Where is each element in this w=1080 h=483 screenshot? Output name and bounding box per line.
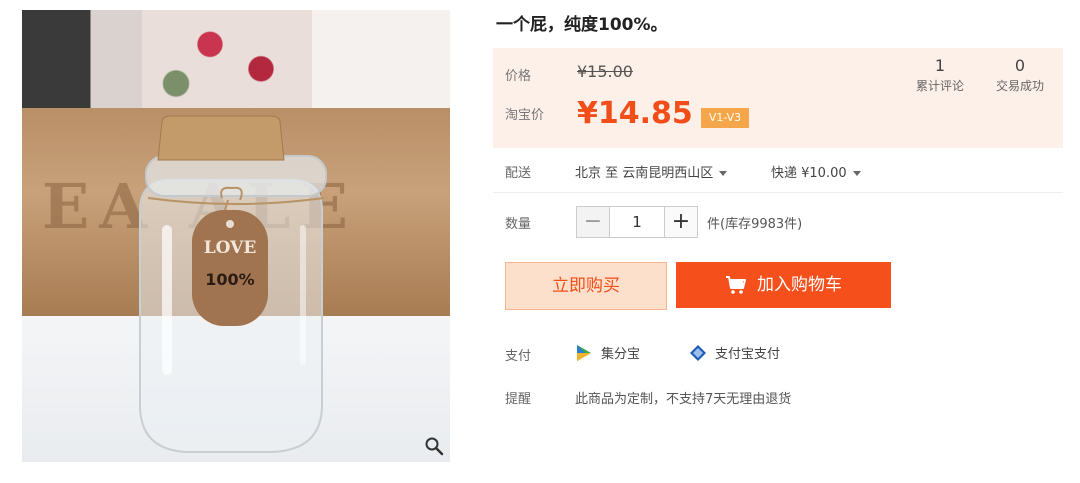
add-to-cart-label: 加入购物车 [757,275,842,295]
payment-option-jifenbao[interactable]: 集分宝 [575,343,640,362]
price-panel: 价格 ¥15.00 淘宝价 ¥14.85 V1-V3 1 累计评论 0 交易成功 [493,48,1063,148]
original-price: ¥15.00 [577,62,633,81]
chevron-down-icon [719,171,728,176]
glass-jar-illustration: LOVE 100% [139,115,327,453]
vip-badge: V1-V3 [701,108,749,128]
divider [493,192,1063,193]
cart-icon [726,276,746,294]
add-to-cart-button[interactable]: 加入购物车 [676,262,891,308]
product-title: 一个屁，纯度100%。 [496,15,668,35]
notice-text: 此商品为定制，不支持7天无理由退货 [575,392,792,407]
decrement-button[interactable]: − [576,206,610,238]
stock-text: 件(库存9983件) [707,217,803,232]
buy-now-button[interactable]: 立即购买 [505,262,667,310]
alipay-label: 支付宝支付 [715,347,781,362]
increment-button[interactable]: + [664,206,698,238]
stat-transactions-count: 0 [1014,56,1026,75]
quantity-label: 数量 [505,217,532,232]
shipping-method: 快递 ¥10.00 [771,166,847,181]
tag-text-love: LOVE [204,238,257,258]
taobao-price-label: 淘宝价 [505,108,545,123]
payment-label: 支付 [505,349,532,364]
payment-option-alipay[interactable]: 支付宝支付 [689,343,780,362]
zoom-icon[interactable] [424,436,444,456]
current-price: ¥14.85 [577,96,693,131]
jifenbao-label: 集分宝 [601,347,641,362]
shipping-label: 配送 [505,166,532,181]
stat-reviews[interactable]: 1 累计评论 [900,56,980,94]
quantity-input[interactable]: 1 [610,206,664,238]
stat-transactions-caption: 交易成功 [995,79,1044,93]
product-image[interactable]: EA ALE LOVE 100% [22,10,450,462]
stat-transactions[interactable]: 0 交易成功 [980,56,1060,94]
original-price-label: 价格 [505,69,532,84]
chevron-down-icon [852,171,861,176]
notice-label: 提醒 [505,392,532,407]
shipping-method-dropdown[interactable]: 快递 ¥10.00 [771,162,861,181]
quantity-stepper: − 1 + [576,206,698,238]
jifenbao-icon [577,344,591,361]
shipping-route: 北京 至 云南昆明西山区 [575,166,714,181]
tag-text-percent: 100% [205,270,254,289]
alipay-icon [690,344,706,361]
shipping-route-dropdown[interactable]: 北京 至 云南昆明西山区 [575,162,728,181]
stat-reviews-caption: 累计评论 [915,79,964,93]
stat-reviews-count: 1 [934,56,946,75]
